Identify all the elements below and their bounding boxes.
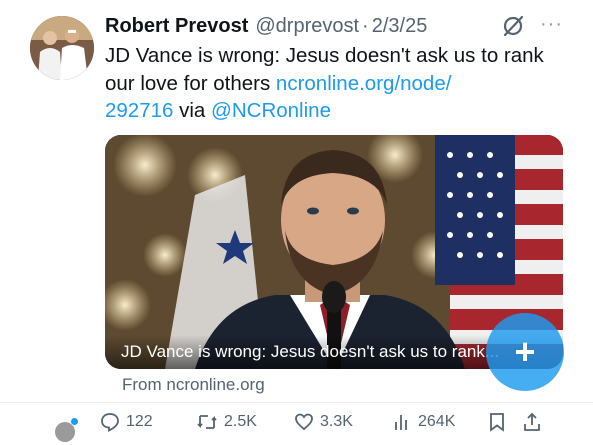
tweet-link-part2[interactable]: 292716 bbox=[105, 99, 173, 122]
action-bar: 122 2.5K 3.3K 264K bbox=[100, 410, 570, 434]
views-icon bbox=[395, 415, 407, 430]
author-name[interactable]: Robert Prevost bbox=[105, 15, 248, 38]
tweet-date[interactable]: 2/3/25 bbox=[372, 15, 428, 38]
plus-icon: + bbox=[514, 331, 536, 372]
reply-icon bbox=[101, 413, 119, 432]
notification-dot bbox=[71, 418, 78, 425]
more-icon[interactable]: ··· bbox=[540, 12, 563, 36]
views-count: 264K bbox=[418, 413, 456, 430]
card-source[interactable]: From ncronline.org bbox=[122, 375, 265, 395]
reply-count: 122 bbox=[126, 413, 153, 430]
nav-avatar[interactable] bbox=[55, 422, 75, 442]
separator-dot: · bbox=[362, 14, 369, 37]
avatar-image bbox=[30, 16, 94, 80]
repost-button[interactable]: 2.5K bbox=[196, 412, 294, 432]
tweet-via: via bbox=[173, 99, 212, 122]
grok-icon[interactable] bbox=[500, 13, 526, 39]
like-button[interactable]: 3.3K bbox=[294, 412, 392, 432]
divider bbox=[0, 402, 593, 403]
card-caption: JD Vance is wrong: Jesus doesn't ask us … bbox=[121, 342, 500, 361]
repost-icon bbox=[197, 415, 217, 429]
heart-icon bbox=[295, 413, 313, 431]
share-button[interactable] bbox=[522, 412, 552, 432]
reply-button[interactable]: 122 bbox=[100, 412, 196, 432]
avatar[interactable] bbox=[30, 16, 94, 80]
bookmark-icon bbox=[490, 413, 504, 432]
compose-button[interactable]: + bbox=[486, 313, 564, 391]
tweet-text: JD Vance is wrong: Jesus doesn't ask us … bbox=[105, 42, 545, 125]
author-handle[interactable]: @drprevost bbox=[255, 15, 359, 38]
tweet-link-part1[interactable]: ncronline.org/node/ bbox=[276, 72, 452, 95]
bookmark-button[interactable] bbox=[488, 412, 522, 432]
like-count: 3.3K bbox=[320, 413, 353, 430]
mention-link[interactable]: @NCRonline bbox=[211, 99, 331, 122]
tweet-header: Robert Prevost @drprevost · 2/3/25 bbox=[105, 11, 427, 41]
views-button[interactable]: 264K bbox=[392, 412, 488, 432]
share-icon bbox=[524, 412, 540, 431]
repost-count: 2.5K bbox=[224, 413, 257, 430]
